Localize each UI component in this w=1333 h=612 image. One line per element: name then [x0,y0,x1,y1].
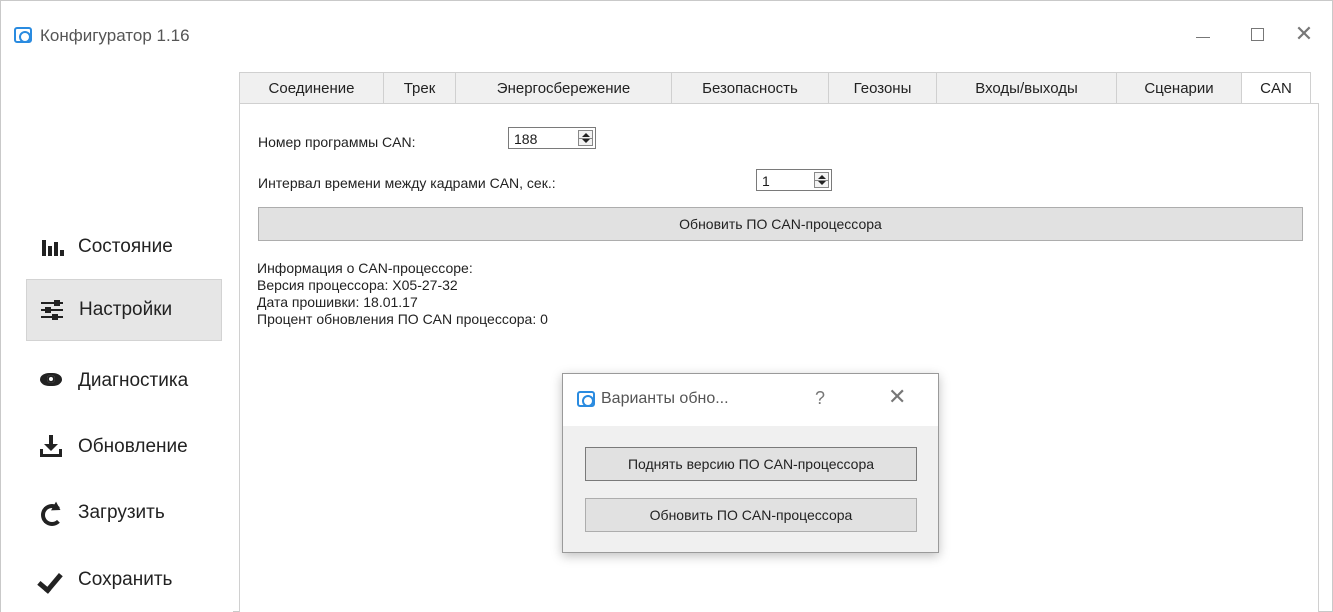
sidebar-item-label: Состояние [78,236,173,257]
sidebar-item-save[interactable]: Сохранить [26,549,222,611]
update-can-firmware-button[interactable]: Обновить ПО CAN-процессора [258,207,1303,241]
sliders-icon [41,298,71,322]
sidebar-item-label: Сохранить [78,569,173,590]
refresh-icon [40,501,70,526]
sidebar-item-label: Загрузить [78,502,165,523]
download-icon [40,435,70,459]
sidebar-item-label: Обновление [78,436,188,457]
sidebar-item-status[interactable]: Состояние [26,216,222,278]
can-interval-value: 1 [762,173,770,189]
bar-chart-icon [40,235,70,259]
tab-can[interactable]: CAN [1241,72,1311,105]
app-logo-icon [577,391,595,407]
sidebar-item-settings[interactable]: Настройки [26,279,222,341]
can-info-block: Информация о CAN-процессоре: Версия проц… [257,260,548,328]
upgrade-can-version-button[interactable]: Поднять версию ПО CAN-процессора [585,447,917,481]
maximize-button[interactable] [1235,21,1279,49]
sidebar-item-diagnostics[interactable]: Диагностика [26,350,222,412]
main-window: Конфигуратор 1.16 ✕ Состояние Настройки … [0,0,1333,612]
dialog-title-bar[interactable]: Варианты обно... ? ✕ [563,374,938,426]
tab-geozones[interactable]: Геозоны [828,72,936,104]
can-interval-spinbox[interactable]: 1 [756,169,832,191]
tab-power-saving[interactable]: Энергосбережение [455,72,671,104]
maximize-icon [1250,28,1264,41]
title-bar[interactable]: Конфигуратор 1.16 ✕ [1,1,1332,67]
spin-arrows-icon[interactable] [814,172,829,188]
can-firmware-date: Дата прошивки: 18.01.17 [257,294,418,310]
minimize-button[interactable] [1181,21,1225,49]
tab-connection[interactable]: Соединение [239,72,383,104]
can-processor-version: Версия процессора: X05-27-32 [257,277,458,293]
sidebar-item-label: Настройки [79,299,173,320]
app-logo-icon [14,27,32,43]
tab-scenarios[interactable]: Сценарии [1116,72,1241,104]
sidebar: Состояние Настройки Диагностика Обновлен… [1,67,233,612]
tab-inputs-outputs[interactable]: Входы/выходы [936,72,1116,104]
can-program-value: 188 [514,131,538,147]
can-program-label: Номер программы CAN: [258,134,416,150]
close-button[interactable]: ✕ [1282,21,1326,49]
help-icon[interactable]: ? [815,388,825,409]
can-program-spinbox[interactable]: 188 [508,127,596,149]
can-info-heading: Информация о CAN-процессоре: [257,260,473,276]
close-icon: ✕ [1294,22,1314,47]
tab-bar: Соединение Трек Энергосбережение Безопас… [239,72,1311,105]
tab-security[interactable]: Безопасность [671,72,828,104]
dialog-close-icon[interactable]: ✕ [888,385,906,410]
spin-arrows-icon[interactable] [578,130,593,146]
checkmark-icon [40,568,70,592]
dialog-title: Варианты обно... [601,390,729,407]
eye-icon [40,369,70,393]
update-options-dialog: Варианты обно... ? ✕ Поднять версию ПО C… [562,373,939,553]
sidebar-item-label: Диагностика [78,370,189,391]
dialog-update-can-firmware-button[interactable]: Обновить ПО CAN-процессора [585,498,917,532]
can-update-percent: Процент обновления ПО CAN процессора: 0 [257,311,548,327]
sidebar-item-update[interactable]: Обновление [26,416,222,478]
minimize-icon [1196,37,1210,38]
tab-track[interactable]: Трек [383,72,455,104]
can-interval-label: Интервал времени между кадрами CAN, сек.… [258,175,556,191]
window-title: Конфигуратор 1.16 [40,26,190,45]
sidebar-item-load[interactable]: Загрузить [26,482,222,544]
